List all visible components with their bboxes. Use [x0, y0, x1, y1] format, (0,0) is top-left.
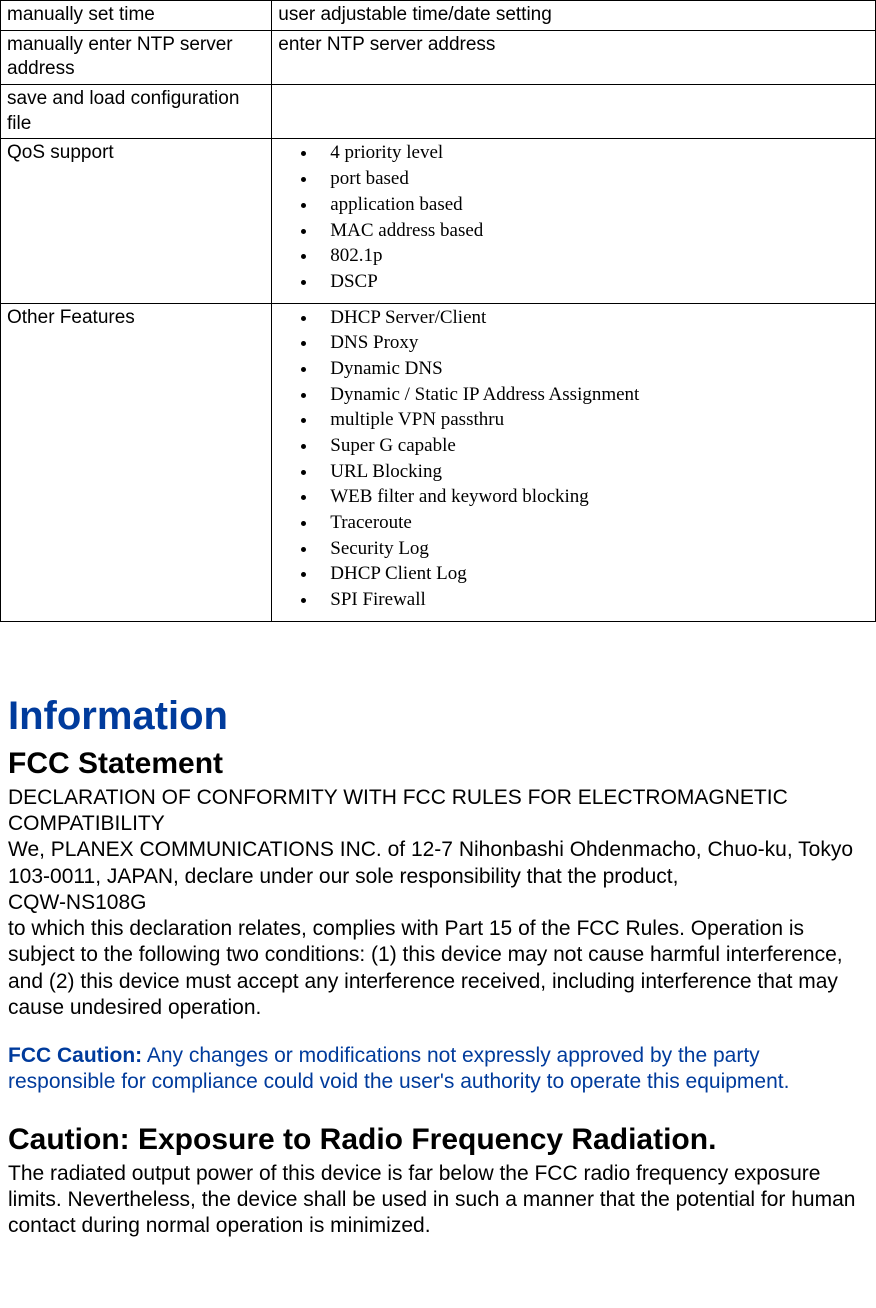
- list-item: Dynamic DNS: [318, 357, 869, 382]
- feature-name: save and load configuration file: [1, 85, 272, 139]
- table-row: manually set timeuser adjustable time/da…: [1, 1, 876, 31]
- model-number: CQW-NS108G: [8, 890, 868, 916]
- feature-name: manually set time: [1, 1, 272, 31]
- list-item: multiple VPN passthru: [318, 408, 869, 433]
- list-item: DHCP Server/Client: [318, 306, 869, 331]
- table-row: save and load configuration file: [1, 85, 876, 139]
- list-item: MAC address based: [318, 219, 869, 244]
- feature-list: 4 priority levelport basedapplication ba…: [278, 141, 869, 294]
- list-item: application based: [318, 193, 869, 218]
- list-item: WEB filter and keyword blocking: [318, 485, 869, 510]
- fcc-caution: FCC Caution: Any changes or modification…: [8, 1043, 868, 1096]
- feature-description: 4 priority levelport basedapplication ba…: [272, 139, 876, 303]
- rf-caution-text: The radiated output power of this device…: [8, 1161, 868, 1240]
- feature-description: DHCP Server/ClientDNS ProxyDynamic DNSDy…: [272, 303, 876, 621]
- fcc-statement-heading: FCC Statement: [8, 744, 868, 783]
- list-item: Dynamic / Static IP Address Assignment: [318, 383, 869, 408]
- list-item: port based: [318, 167, 869, 192]
- table-row: manually enter NTP server addressenter N…: [1, 30, 876, 84]
- list-item: DNS Proxy: [318, 331, 869, 356]
- list-item: Super G capable: [318, 434, 869, 459]
- feature-name: QoS support: [1, 139, 272, 303]
- feature-description: enter NTP server address: [272, 30, 876, 84]
- list-item: 802.1p: [318, 244, 869, 269]
- feature-name: manually enter NTP server address: [1, 30, 272, 84]
- list-item: URL Blocking: [318, 460, 869, 485]
- spec-table: manually set timeuser adjustable time/da…: [0, 0, 876, 622]
- declaration-company: We, PLANEX COMMUNICATIONS INC. of 12-7 N…: [8, 837, 868, 890]
- information-heading: Information: [8, 690, 868, 742]
- list-item: DHCP Client Log: [318, 562, 869, 587]
- feature-list: DHCP Server/ClientDNS ProxyDynamic DNSDy…: [278, 306, 869, 613]
- feature-description: user adjustable time/date setting: [272, 1, 876, 31]
- fcc-caution-label: FCC Caution:: [8, 1044, 142, 1067]
- list-item: 4 priority level: [318, 141, 869, 166]
- list-item: Traceroute: [318, 511, 869, 536]
- table-row: QoS support4 priority levelport basedapp…: [1, 139, 876, 303]
- feature-description: [272, 85, 876, 139]
- table-row: Other FeaturesDHCP Server/ClientDNS Prox…: [1, 303, 876, 621]
- rf-caution-heading: Caution: Exposure to Radio Frequency Rad…: [8, 1120, 868, 1159]
- list-item: SPI Firewall: [318, 588, 869, 613]
- list-item: DSCP: [318, 270, 869, 295]
- declaration-compliance: to which this declaration relates, compl…: [8, 916, 868, 1021]
- declaration-conformity: DECLARATION OF CONFORMITY WITH FCC RULES…: [8, 785, 868, 838]
- feature-name: Other Features: [1, 303, 272, 621]
- list-item: Security Log: [318, 537, 869, 562]
